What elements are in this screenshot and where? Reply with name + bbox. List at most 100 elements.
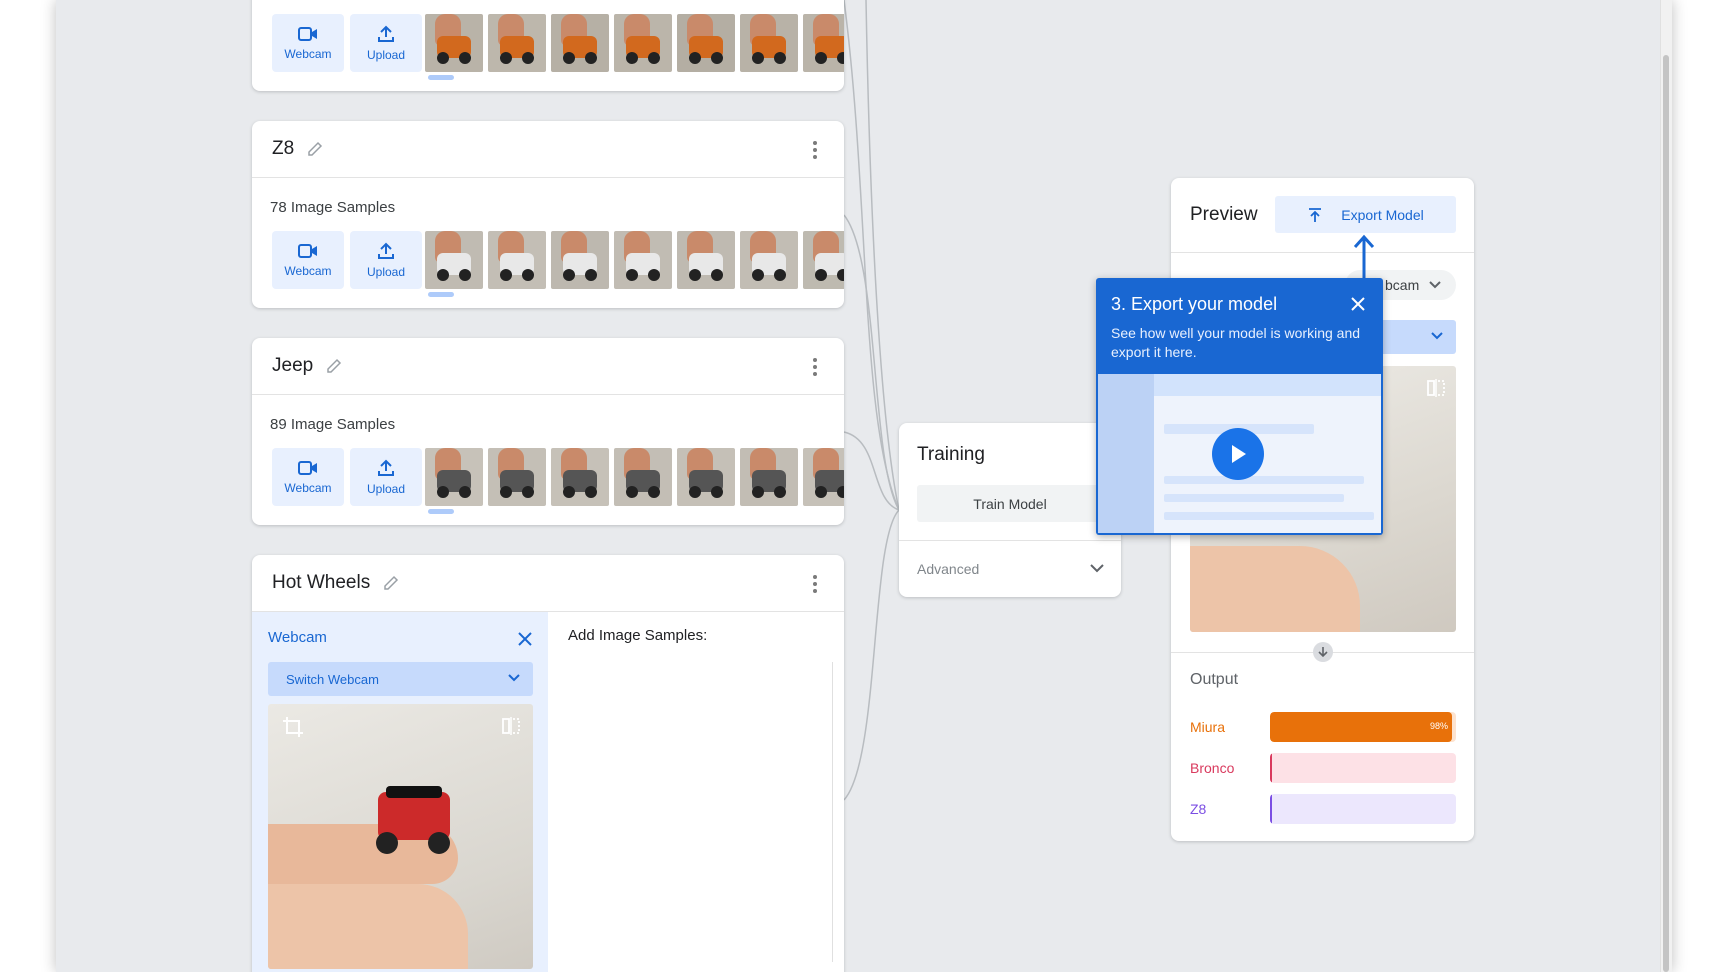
sample-thumbnail[interactable] [614,14,672,72]
sample-thumbnail[interactable] [425,231,483,289]
upload-label: Upload [366,264,406,279]
tooltip-body: See how well your model is working and e… [1111,325,1361,360]
upload-button[interactable]: Upload [350,448,422,506]
kebab-menu-icon[interactable] [812,358,818,376]
confidence-fill [1270,753,1272,783]
sample-thumbnail[interactable] [803,14,844,72]
class-card-jeep: Jeep 89 Image Samples Webcam Upload [252,338,844,525]
webcam-label: Webcam [284,480,332,495]
sample-thumbnail[interactable] [551,231,609,289]
webcam-button[interactable]: Webcam [272,448,344,506]
sample-thumbnail[interactable] [614,231,672,289]
upload-label: Upload [366,481,406,496]
chevron-down-icon [508,674,520,682]
tutorial-video[interactable] [1098,374,1381,533]
training-title: Training [917,444,985,465]
sample-thumbnail[interactable] [740,14,798,72]
advanced-label: Advanced [917,561,980,577]
confidence-percent: 98% [1429,721,1448,731]
thumbnail-scroll-indicator[interactable] [428,75,454,80]
crop-icon[interactable] [282,716,304,738]
output-title: Output [1190,671,1239,688]
output-row-bronco: Bronco [1190,753,1456,783]
sample-thumbnail[interactable] [677,231,735,289]
tutorial-tooltip: 3. Export your model See how well your m… [1096,278,1383,535]
thumbnail-scroll-indicator[interactable] [428,509,454,514]
sample-thumbnail[interactable] [425,448,483,506]
switch-webcam-select[interactable]: Switch Webcam [268,662,533,696]
pencil-icon[interactable] [306,140,324,158]
play-icon[interactable] [1212,428,1264,480]
confidence-bar [1270,753,1456,783]
class-card-z8: Z8 78 Image Samples Webcam Upload [252,121,844,308]
switch-webcam-label: Switch Webcam [286,671,379,687]
class-header: Hot Wheels [252,555,844,612]
sample-thumbnail[interactable] [551,448,609,506]
flip-icon[interactable] [1426,378,1446,398]
sample-thumbnail[interactable] [803,448,844,506]
sample-thumbnail[interactable] [488,231,546,289]
webcam-button[interactable]: Webcam [272,14,344,72]
sample-thumbnail[interactable] [740,448,798,506]
upload-icon [378,242,394,259]
sample-thumbnail[interactable] [740,231,798,289]
class-name[interactable]: Z8 [272,138,294,160]
upload-label: Upload [366,47,406,62]
arrow-down-icon [1313,642,1333,662]
close-icon[interactable] [516,630,534,648]
scrollbar-thumb[interactable] [1663,55,1669,972]
sample-thumbnail[interactable] [614,448,672,506]
captured-samples-area [568,662,833,962]
webcam-label: Webcam [284,263,332,278]
kebab-menu-icon[interactable] [812,575,818,593]
chevron-down-icon [1090,564,1104,573]
sample-thumbnails[interactable] [425,448,844,506]
webcam-icon [298,243,317,258]
output-row-miura: Miura 98% [1190,712,1456,742]
sample-count: 78 Image Samples [270,199,396,216]
pencil-icon[interactable] [382,574,400,592]
webcam-button[interactable]: Webcam [272,231,344,289]
sample-thumbnail[interactable] [425,14,483,72]
train-model-button[interactable]: Train Model [917,485,1103,522]
sample-count: 89 Image Samples [270,416,396,433]
confidence-fill [1270,794,1272,824]
sample-thumbnail[interactable] [551,14,609,72]
upload-icon [378,459,394,476]
input-source-label: bcam [1385,277,1420,293]
thumbnail-scroll-indicator[interactable] [428,292,454,297]
add-image-samples-label: Add Image Samples: [568,627,708,644]
webcam-feed [268,704,533,969]
class-card-miura: Webcam Upload [252,0,844,91]
confidence-bar: 98% [1270,712,1456,742]
divider [1171,252,1474,253]
chevron-down-icon [1431,332,1443,340]
kebab-menu-icon[interactable] [812,141,818,159]
sample-thumbnail[interactable] [803,231,844,289]
upload-icon [378,25,394,42]
output-row-z8: Z8 [1190,794,1456,824]
webcam-label: Webcam [284,46,332,61]
output-label: Miura [1190,719,1226,735]
class-name[interactable]: Hot Wheels [272,572,370,594]
advanced-toggle[interactable]: Advanced [899,540,1121,597]
class-card-hot-wheels: Hot Wheels Webcam Switch Webcam Add Imag… [252,555,844,972]
sample-thumbnails[interactable] [425,14,844,72]
export-model-button[interactable]: Export Model [1275,196,1456,233]
flip-icon[interactable] [501,716,521,736]
class-name[interactable]: Jeep [272,355,313,377]
sample-thumbnail[interactable] [488,448,546,506]
output-label: Bronco [1190,760,1235,776]
webcam-panel: Webcam Switch Webcam [252,612,548,972]
tooltip-title: 3. Export your model [1111,294,1278,314]
close-icon[interactable] [1349,295,1367,313]
pencil-icon[interactable] [325,357,343,375]
sample-thumbnail[interactable] [677,448,735,506]
upload-button[interactable]: Upload [350,14,422,72]
sample-thumbnail[interactable] [677,14,735,72]
sample-thumbnail[interactable] [488,14,546,72]
sample-thumbnails[interactable] [425,231,844,289]
training-card: Training Train Model Advanced [899,423,1121,597]
output-label: Z8 [1190,801,1207,817]
upload-button[interactable]: Upload [350,231,422,289]
